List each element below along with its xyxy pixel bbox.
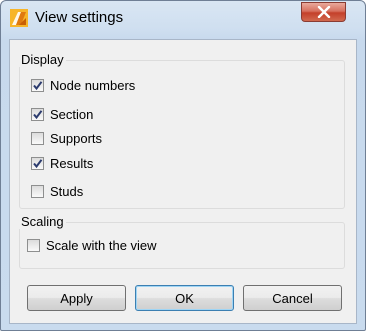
checkbox-supports[interactable]: Supports bbox=[31, 130, 102, 146]
ok-button[interactable]: OK bbox=[135, 285, 234, 311]
window-title: View settings bbox=[35, 9, 124, 26]
checkbox-label: Section bbox=[50, 106, 94, 122]
close-button[interactable] bbox=[301, 2, 346, 22]
scaling-group-label: Scaling bbox=[19, 214, 66, 229]
check-mark-icon bbox=[33, 80, 43, 90]
checkbox[interactable] bbox=[31, 131, 44, 145]
checkbox[interactable] bbox=[27, 238, 40, 252]
checkbox[interactable] bbox=[31, 107, 44, 121]
checkbox-scale-with-the-view[interactable]: Scale with the view bbox=[27, 237, 157, 253]
check-mark-icon bbox=[33, 158, 43, 168]
checkbox-label: Supports bbox=[50, 130, 103, 146]
checkbox-label: Scale with the view bbox=[46, 237, 157, 253]
cancel-button[interactable]: Cancel bbox=[243, 285, 342, 311]
dialog-body: Display Node numbers Section Supports Resul… bbox=[9, 39, 357, 324]
checkbox-studs[interactable]: Studs bbox=[31, 183, 83, 199]
checkbox[interactable] bbox=[31, 156, 44, 170]
checkbox-section[interactable]: Section bbox=[31, 106, 93, 122]
checkbox-results[interactable]: Results bbox=[31, 155, 93, 171]
app-logo-icon bbox=[10, 9, 28, 27]
title-bar[interactable]: View settings bbox=[1, 1, 365, 35]
checkbox-label: Node numbers bbox=[50, 77, 136, 93]
checkbox-node-numbers[interactable]: Node numbers bbox=[31, 77, 135, 93]
dialog-window: View settings Display Node numbers Sectio… bbox=[0, 0, 366, 331]
check-mark-icon bbox=[33, 109, 43, 119]
checkbox-label: Results bbox=[50, 155, 94, 171]
checkbox[interactable] bbox=[31, 78, 44, 92]
apply-button[interactable]: Apply bbox=[27, 285, 126, 311]
checkbox[interactable] bbox=[31, 184, 44, 198]
display-group-label: Display bbox=[19, 52, 66, 67]
close-icon bbox=[317, 6, 331, 18]
checkbox-label: Studs bbox=[50, 183, 84, 199]
